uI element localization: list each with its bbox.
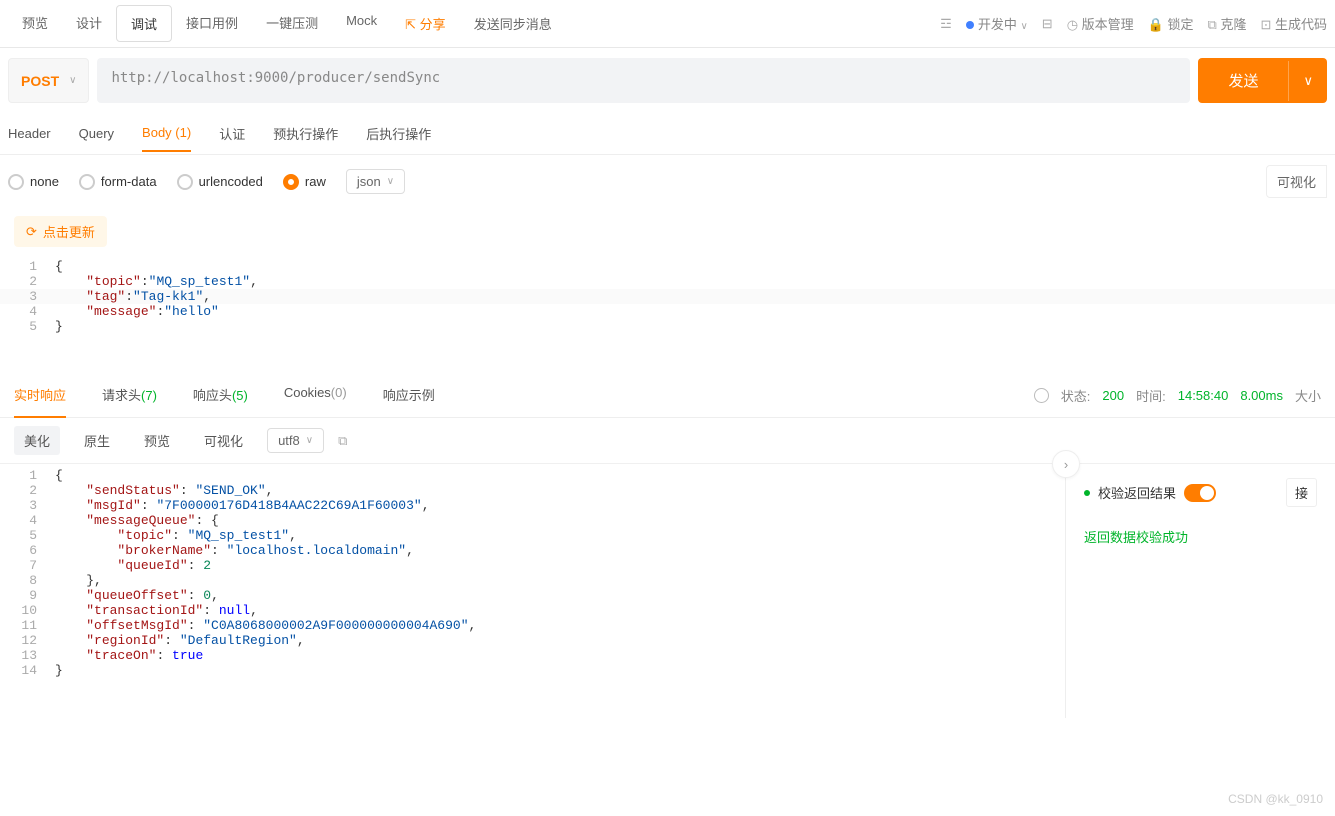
raw-type-select[interactable]: json∨ <box>346 169 405 194</box>
menu-icon[interactable]: ☲ <box>940 16 952 32</box>
preview-button[interactable]: 预览 <box>134 426 180 455</box>
clone-icon: ⧉ <box>1208 17 1217 32</box>
sub-tab-认证[interactable]: 认证 <box>219 114 245 153</box>
response-tab-bar: 实时响应请求头(7) 响应头(5) Cookies(0) 响应示例 状态: 200 时… <box>0 374 1335 418</box>
top-tab-接口用例[interactable]: 接口用例 <box>172 5 252 42</box>
request-row: POST ∨ http://localhost:9000/producer/se… <box>0 48 1335 113</box>
response-toolbar: 美化 原生 预览 可视化 utf8 ∨ ⧉ <box>0 418 1335 464</box>
resp-tab-实时响应[interactable]: 实时响应 <box>14 373 66 418</box>
share-icon: ⇱ <box>405 17 416 32</box>
check-label: 校验返回结果 <box>1098 483 1176 502</box>
resp-tab-响应头[interactable]: 响应头(5) <box>193 373 248 418</box>
response-side-panel: › 校验返回结果 接 返回数据校验成功 <box>1065 464 1335 718</box>
success-dot-icon <box>1084 490 1090 496</box>
body-format-form-data[interactable]: form-data <box>79 174 157 190</box>
globe-icon <box>1034 388 1049 403</box>
body-format-urlencoded[interactable]: urlencoded <box>177 174 263 190</box>
method-select[interactable]: POST ∨ <box>8 58 89 103</box>
top-tab-设计[interactable]: 设计 <box>62 5 116 42</box>
http-method: POST <box>21 73 59 89</box>
sub-tab-预执行操作[interactable]: 预执行操作 <box>273 114 338 153</box>
top-tab-Mock[interactable]: Mock <box>332 5 391 42</box>
pretty-button[interactable]: 美化 <box>14 426 60 455</box>
top-tab-bar: 预览设计调试接口用例一键压测Mock ⇱ 分享 发送同步消息 ☲ 开发中 ∨ ⊟… <box>0 0 1335 48</box>
code-icon: ⊡ <box>1260 17 1271 32</box>
response-meta: 状态: 200 时间: 14:58:40 8.00ms 大小 <box>1034 386 1321 405</box>
raw-button[interactable]: 原生 <box>74 426 120 455</box>
resp-tab-响应示例[interactable]: 响应示例 <box>383 373 435 418</box>
list-icon[interactable]: ⊟ <box>1042 16 1053 32</box>
codegen-button[interactable]: ⊡ 生成代码 <box>1260 14 1327 33</box>
body-format-row: none form-data urlencoded raw json∨ 可视化 <box>0 155 1335 208</box>
validation-success-msg: 返回数据校验成功 <box>1084 527 1317 546</box>
lock-button[interactable]: 🔒 锁定 <box>1148 14 1194 33</box>
body-format-none[interactable]: none <box>8 174 59 190</box>
request-sub-tabs: Header Query Body (1) 认证预执行操作后执行操作 <box>0 113 1335 155</box>
response-time: 14:58:40 <box>1178 388 1229 403</box>
send-dropdown[interactable]: ∨ <box>1288 61 1327 101</box>
resp-tab-Cookies[interactable]: Cookies(0) <box>284 373 347 418</box>
response-duration: 8.00ms <box>1240 388 1283 403</box>
collapse-button[interactable]: › <box>1052 450 1080 478</box>
response-body-editor[interactable]: 1{2 "sendStatus": "SEND_OK",3 "msgId": "… <box>0 464 1065 718</box>
url-input[interactable]: http://localhost:9000/producer/sendSync <box>97 58 1190 103</box>
dev-status[interactable]: 开发中 ∨ <box>966 14 1028 33</box>
top-tab-预览[interactable]: 预览 <box>8 5 62 42</box>
version-button[interactable]: ◷ 版本管理 <box>1067 14 1134 33</box>
request-body-editor[interactable]: 1{2 "topic":"MQ_sp_test1",3 "tag":"Tag-k… <box>0 255 1335 374</box>
visualize-button[interactable]: 可视化 <box>1266 165 1327 198</box>
refresh-icon: ⟳ <box>26 224 37 240</box>
visual-button[interactable]: 可视化 <box>194 426 253 455</box>
size-label: 大小 <box>1295 386 1321 405</box>
watermark: CSDN @kk_0910 <box>1228 792 1323 806</box>
top-right-tools: ☲ 开发中 ∨ ⊟ ◷ 版本管理 🔒 锁定 ⧉ 克隆 ⊡ 生成代码 <box>940 14 1327 33</box>
top-tab-调试[interactable]: 调试 <box>116 5 172 42</box>
sub-tab-后执行操作[interactable]: 后执行操作 <box>366 114 431 153</box>
resp-tab-请求头[interactable]: 请求头(7) <box>102 373 157 418</box>
copy-icon[interactable]: ⧉ <box>338 433 347 449</box>
sub-tab-Query[interactable]: Query <box>79 116 114 151</box>
send-button[interactable]: 发送 ∨ <box>1198 58 1327 103</box>
extra-button[interactable]: 接 <box>1286 478 1317 507</box>
sub-tab-Body[interactable]: Body (1) <box>142 115 191 152</box>
lock-icon: 🔒 <box>1148 17 1164 32</box>
chevron-down-icon: ∨ <box>69 75 76 86</box>
body-format-raw[interactable]: raw <box>283 174 326 190</box>
top-tab-一键压测[interactable]: 一键压测 <box>252 5 332 42</box>
clone-button[interactable]: ⧉ 克隆 <box>1208 14 1247 33</box>
charset-select[interactable]: utf8 ∨ <box>267 428 324 453</box>
api-title: 发送同步消息 <box>460 6 566 41</box>
validate-toggle[interactable] <box>1184 484 1216 502</box>
sub-tab-Header[interactable]: Header <box>8 116 51 151</box>
refresh-button[interactable]: ⟳ 点击更新 <box>14 216 107 247</box>
status-code: 200 <box>1102 388 1124 403</box>
share-button[interactable]: ⇱ 分享 <box>391 6 460 41</box>
